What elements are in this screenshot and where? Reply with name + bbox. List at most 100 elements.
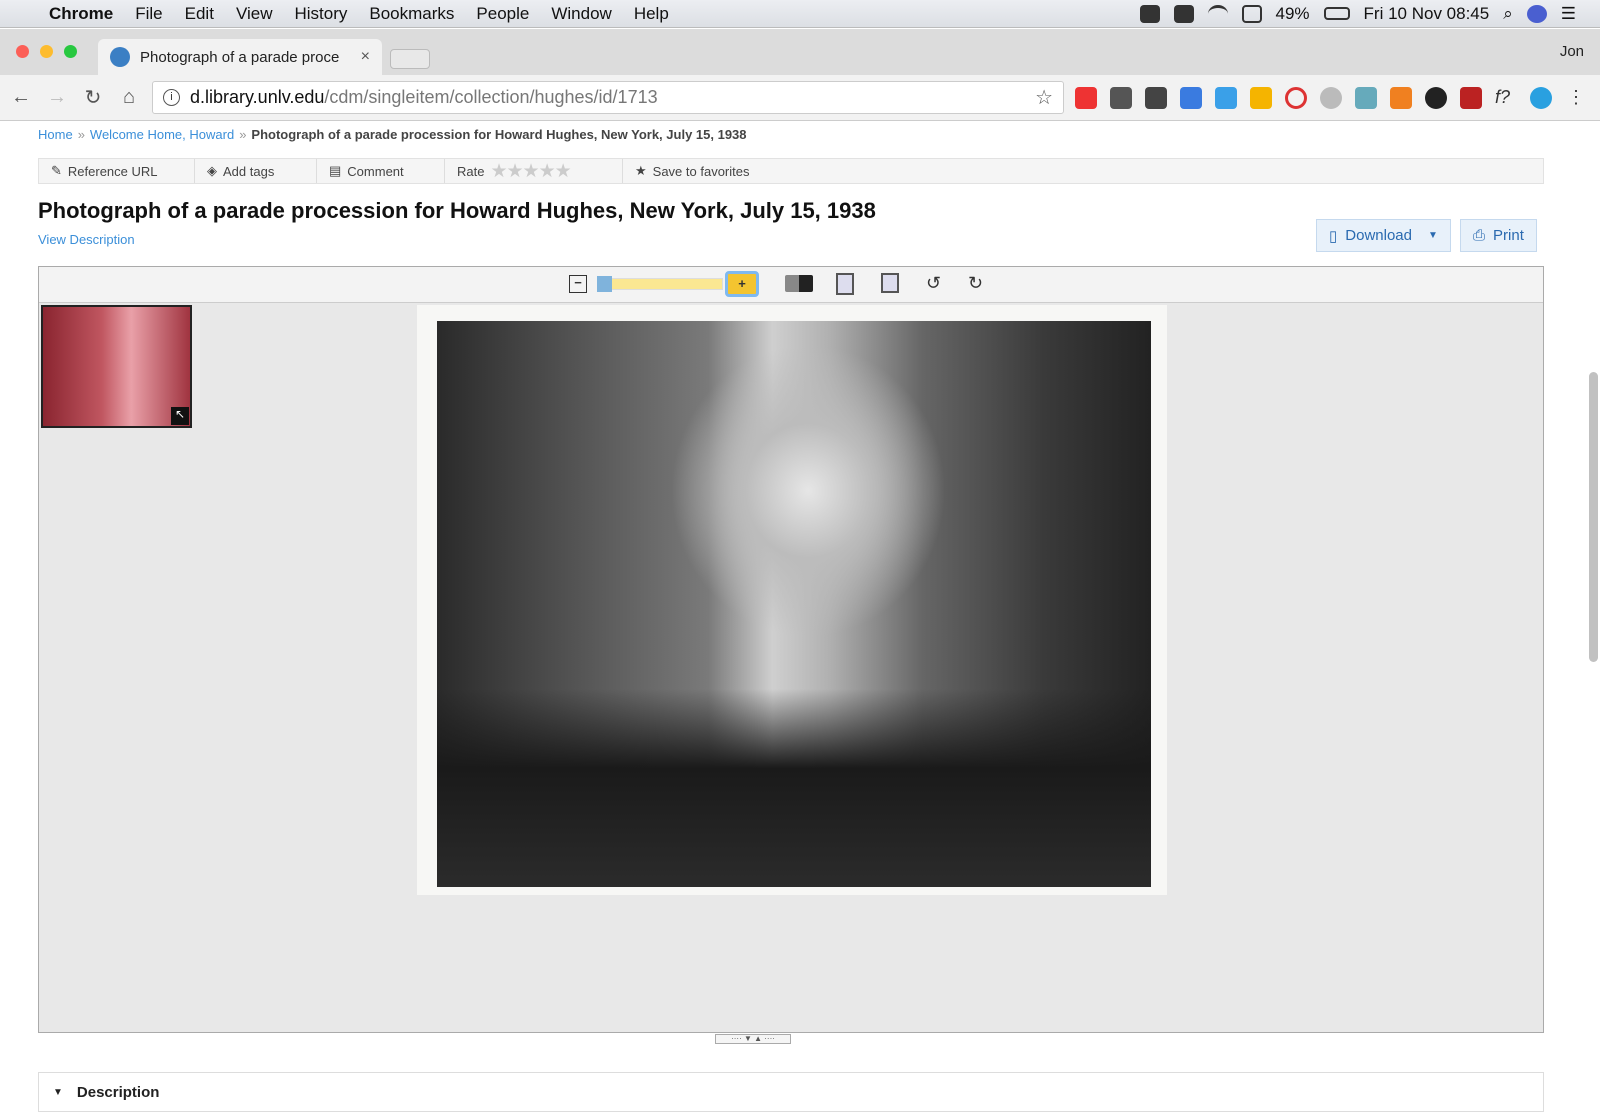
collapse-triangle-icon: ▼ <box>53 1086 63 1098</box>
new-tab-button[interactable] <box>390 49 430 69</box>
rate-control: Rate ★★★★★ <box>445 159 623 183</box>
zoom-out-icon[interactable]: − <box>569 275 587 293</box>
cloud-icon[interactable] <box>1139 4 1160 23</box>
ublock-icon[interactable] <box>1460 87 1482 109</box>
star-icon: ★ <box>635 163 647 178</box>
extension-y-icon[interactable] <box>1530 87 1552 109</box>
minimize-window-button[interactable] <box>40 45 53 58</box>
breadcrumb-home[interactable]: Home <box>38 127 73 142</box>
maximize-window-button[interactable] <box>64 45 77 58</box>
breadcrumb-separator: » <box>77 127 85 142</box>
rate-label: Rate <box>457 163 485 179</box>
parade-photograph[interactable] <box>437 321 1151 887</box>
viewer-toolbar: − + ↺ ↻ <box>39 267 1543 303</box>
description-label: Description <box>76 1083 160 1101</box>
site-info-icon[interactable]: i <box>163 89 180 106</box>
page-title: Photograph of a parade procession for Ho… <box>38 198 876 223</box>
notification-center-icon[interactable]: ☰ <box>1561 4 1576 24</box>
clock[interactable]: Fri 10 Nov 08:45 <box>1364 4 1490 24</box>
rotate-left-icon[interactable]: ↺ <box>926 273 941 294</box>
menu-history[interactable]: History <box>294 4 347 24</box>
comment-label: Comment <box>347 163 404 179</box>
block-icon[interactable] <box>1285 87 1307 109</box>
download-icon[interactable] <box>1215 87 1237 109</box>
menu-window[interactable]: Window <box>551 4 611 24</box>
address-bar[interactable]: i d.library.unlv.edu/cdm/singleitem/coll… <box>152 81 1064 114</box>
spotlight-icon[interactable]: ⌕ <box>1503 4 1513 24</box>
save-favorites-button[interactable]: ★ Save to favorites <box>623 159 761 183</box>
bookmark-star-icon[interactable]: ☆ <box>1035 85 1053 110</box>
printer-icon: ⎙ <box>1473 227 1486 244</box>
pocket-icon[interactable] <box>1110 87 1132 109</box>
airplay-icon[interactable] <box>1241 4 1262 23</box>
description-section-header[interactable]: ▼ Description <box>38 1072 1544 1112</box>
collapse-arrow-icon[interactable]: ↖ <box>171 407 189 425</box>
profile-button[interactable]: Jon <box>1560 43 1584 60</box>
menu-view[interactable]: View <box>236 4 273 24</box>
google-drive-icon[interactable] <box>1250 87 1272 109</box>
link-icon: ✎ <box>51 163 62 178</box>
siri-icon[interactable] <box>1526 4 1547 23</box>
calendar-icon[interactable] <box>1180 87 1202 109</box>
eyedropper-icon[interactable] <box>1355 87 1377 109</box>
tab-strip: Photograph of a parade proce × Jon <box>0 29 1600 75</box>
add-tags-label: Add tags <box>223 163 275 179</box>
view-description-link[interactable]: View Description <box>38 232 135 247</box>
reload-icon[interactable]: ↻ <box>78 85 108 110</box>
print-button[interactable]: ⎙ Print <box>1460 219 1537 252</box>
unlv-favicon-icon <box>110 47 130 67</box>
print-label: Print <box>1493 227 1524 244</box>
battery-percent: 49% <box>1275 3 1310 23</box>
fit-window-icon[interactable] <box>785 275 813 292</box>
evernote-icon[interactable] <box>1145 87 1167 109</box>
file-icon: ▯ <box>1329 227 1338 245</box>
wifi-icon[interactable] <box>1207 4 1228 23</box>
url-host: d.library.unlv.edu <box>190 87 325 107</box>
breadcrumb-separator: » <box>239 127 247 142</box>
menu-file[interactable]: File <box>135 4 162 24</box>
tab-title: Photograph of a parade proce <box>140 48 340 66</box>
add-tags-button[interactable]: ◈ Add tags <box>195 159 317 183</box>
viewer-resize-handle[interactable]: ···· ▼ ▲ ···· <box>715 1034 791 1044</box>
breadcrumb: Home » Welcome Home, Howard » Photograph of … <box>38 127 747 142</box>
fish-icon[interactable] <box>1425 87 1447 109</box>
close-window-button[interactable] <box>16 45 29 58</box>
rating-stars[interactable]: ★★★★★ <box>490 160 571 183</box>
tab-active[interactable]: Photograph of a parade proce × <box>98 39 382 75</box>
lastpass-icon[interactable] <box>1075 87 1097 109</box>
page-content: Home » Welcome Home, Howard » Photograph of … <box>0 122 1600 1112</box>
fit-height-icon[interactable] <box>836 273 854 295</box>
zoom-slider[interactable] <box>597 278 723 290</box>
comment-icon: ▤ <box>329 163 342 178</box>
forward-icon[interactable]: → <box>42 86 72 109</box>
creative-cloud-icon[interactable] <box>1173 4 1194 23</box>
comment-button[interactable]: ▤ Comment <box>317 159 445 183</box>
menu-people[interactable]: People <box>476 4 529 24</box>
tab-close-icon[interactable]: × <box>361 48 370 66</box>
rotate-right-icon[interactable]: ↻ <box>968 273 983 294</box>
download-button[interactable]: ▯ Download ▼ <box>1316 219 1451 252</box>
page-scrollbar[interactable] <box>1589 372 1598 662</box>
save-favorites-label: Save to favorites <box>652 163 750 179</box>
menu-bookmarks[interactable]: Bookmarks <box>369 4 454 24</box>
navigator-thumbnail[interactable]: ↖ <box>41 305 192 428</box>
jx-icon[interactable] <box>1390 87 1412 109</box>
tag-icon: ◈ <box>207 163 217 178</box>
zoom-slider-handle[interactable] <box>597 276 612 292</box>
battery-icon[interactable] <box>1323 7 1350 20</box>
extensions: f? ⋮ <box>1075 87 1587 109</box>
tomato-icon[interactable] <box>1320 87 1342 109</box>
reference-url-label: Reference URL <box>67 163 158 179</box>
breadcrumb-collection[interactable]: Welcome Home, Howard <box>90 127 234 142</box>
menu-app[interactable]: Chrome <box>49 4 113 24</box>
zoom-in-icon[interactable]: + <box>725 271 759 297</box>
home-icon[interactable]: ⌂ <box>114 86 144 109</box>
reference-url-button[interactable]: ✎ Reference URL <box>39 159 195 183</box>
menu-help[interactable]: Help <box>634 4 669 24</box>
fit-width-icon[interactable] <box>881 273 899 293</box>
menu-edit[interactable]: Edit <box>185 4 214 24</box>
chrome-menu-icon[interactable]: ⋮ <box>1565 87 1587 109</box>
back-icon[interactable]: ← <box>6 86 36 109</box>
font-finder-icon[interactable]: f? <box>1495 87 1517 109</box>
item-actions-bar: ✎ Reference URL ◈ Add tags ▤ Comment Rate ★★… <box>38 158 1544 184</box>
